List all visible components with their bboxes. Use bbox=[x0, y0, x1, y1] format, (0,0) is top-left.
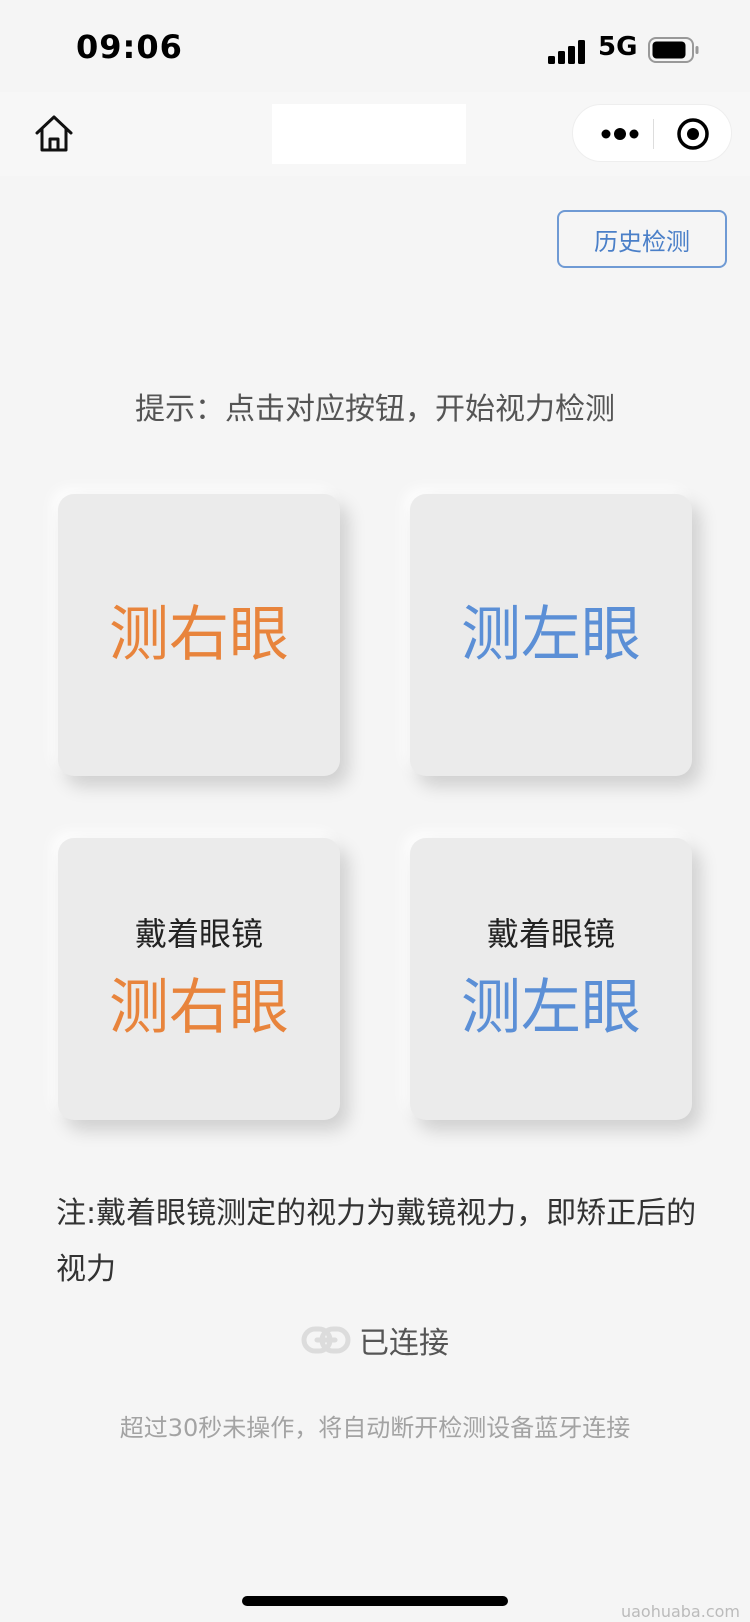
test-left-eye-button[interactable]: 测左眼 bbox=[410, 494, 692, 776]
connection-status-text: 已连接 bbox=[359, 1326, 449, 1361]
auto-disconnect-warning: 超过30秒未操作，将自动断开检测设备蓝牙连接 bbox=[119, 1414, 631, 1442]
card-sublabel: 戴着眼镜 bbox=[486, 915, 615, 953]
page-title-area bbox=[272, 104, 466, 164]
history-check-button[interactable]: 历史检测 bbox=[557, 210, 727, 268]
card-label: 测右眼 bbox=[109, 600, 289, 670]
mini-program-capsule bbox=[572, 104, 732, 162]
status-time: 09:06 bbox=[76, 28, 183, 66]
glasses-note: 注:戴着眼镜测定的视力为戴镜视力，即矫正后的视力 bbox=[56, 1196, 697, 1287]
card-sublabel: 戴着眼镜 bbox=[134, 915, 263, 953]
test-left-eye-glasses-button[interactable]: 戴着眼镜 测左眼 bbox=[410, 838, 692, 1120]
more-icon[interactable] bbox=[591, 113, 649, 155]
connection-status: 已连接 bbox=[0, 1318, 750, 1362]
home-icon[interactable] bbox=[32, 112, 76, 156]
network-type: 5G bbox=[598, 32, 638, 62]
signal-icon bbox=[548, 40, 585, 64]
card-label: 测左眼 bbox=[461, 973, 641, 1043]
close-circle-icon[interactable] bbox=[669, 113, 717, 155]
home-indicator bbox=[242, 1596, 508, 1606]
watermark: uaohuaba.com bbox=[620, 1602, 740, 1621]
card-label: 测右眼 bbox=[109, 973, 289, 1043]
test-right-eye-button[interactable]: 测右眼 bbox=[58, 494, 340, 776]
status-bar: 09:06 5G bbox=[0, 0, 750, 92]
battery-icon bbox=[648, 37, 699, 63]
link-icon bbox=[301, 1326, 351, 1354]
nav-bar bbox=[0, 92, 750, 176]
test-right-eye-glasses-button[interactable]: 戴着眼镜 测右眼 bbox=[58, 838, 340, 1120]
capsule-divider bbox=[653, 119, 654, 149]
card-label: 测左眼 bbox=[461, 600, 641, 670]
hint-text: 提示：点击对应按钮，开始视力检测 bbox=[135, 392, 615, 427]
